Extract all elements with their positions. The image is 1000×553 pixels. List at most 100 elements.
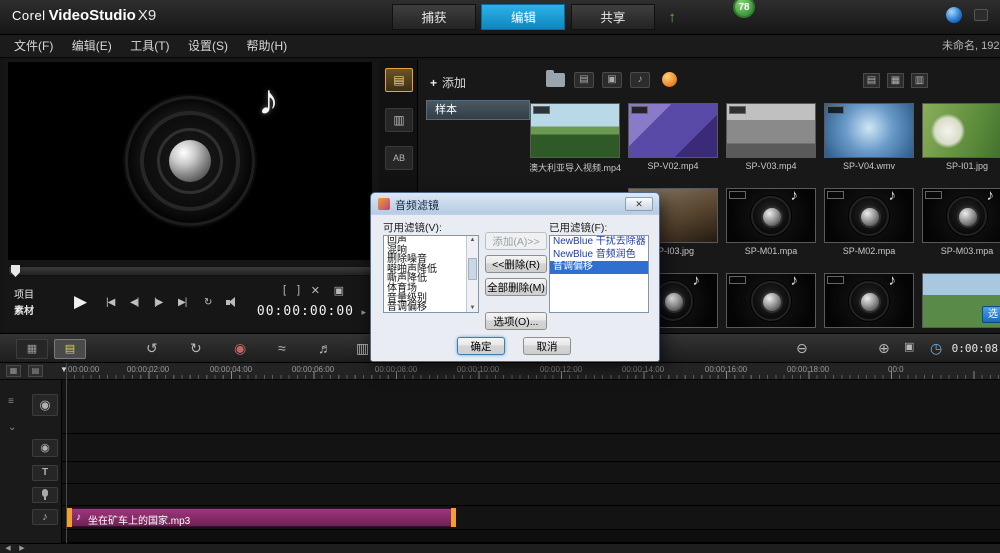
tab-edit[interactable]: 编辑 [481,4,566,30]
zoom-out-icon[interactable]: ⊖ [796,340,808,357]
scroll-left-icon[interactable]: ◀ [2,545,14,553]
overlay-track-icon[interactable]: ◉ [32,439,58,457]
available-filters-list[interactable]: 回声 混响 删除噪音 噼啪声降低 嘶声降低 体育场 音量级别 音调偏移 ▲ ▼ [383,235,479,313]
next-frame-button[interactable]: |▶ [154,297,163,308]
track-list-icon[interactable]: ≡ [8,396,14,407]
fit-timeline-icon[interactable]: ▣ [904,340,914,353]
import-folder-icon[interactable] [546,70,565,87]
photo-thumbnail[interactable] [922,103,1000,158]
add-filter-button[interactable]: 添加(A)>> [485,232,547,250]
title-track[interactable] [0,462,1000,484]
audio-thumbnail[interactable] [726,188,816,243]
video-thumbnail[interactable] [628,103,718,158]
timeline-view-button[interactable]: ▤ [54,339,86,359]
video-filter-icon[interactable]: ▤ [574,72,594,88]
preview-video-area[interactable]: ♪ [8,62,372,260]
sample-folder-item[interactable]: 样本 [426,100,530,120]
clip-trim-right-handle[interactable] [451,508,456,527]
scrubber-thumb[interactable] [11,265,20,277]
library-item[interactable] [922,270,1000,333]
library-item[interactable] [726,270,820,333]
library-item[interactable]: SP-I01.jpg [922,100,1000,182]
record-capture-icon[interactable]: ◉ [234,340,246,357]
auto-music-icon[interactable]: ♬ [318,340,332,356]
color-pattern-icon[interactable] [662,72,677,87]
audio-filter-icon[interactable]: ♪ [630,72,650,88]
library-item[interactable]: SP-M01.mpa [726,185,820,267]
select-button[interactable]: 选 [982,306,1000,323]
voice-track[interactable] [0,484,1000,506]
menu-settings[interactable]: 设置(S) [188,35,228,57]
thumb-view-icon[interactable]: ▦ [887,73,904,88]
library-item[interactable] [824,270,918,333]
menu-tools[interactable]: 工具(T) [130,35,169,57]
scroll-up-icon[interactable]: ▲ [467,237,478,243]
close-icon[interactable]: ✕ [625,197,653,211]
media-library-icon[interactable]: ▤ [385,68,413,92]
audio-thumbnail[interactable] [726,273,816,328]
audio-thumbnail[interactable] [922,188,1000,243]
sound-mixer-icon[interactable]: ≈ [278,340,286,356]
grid-view-icon[interactable]: ▥ [911,73,928,88]
menu-help[interactable]: 帮助(H) [246,35,287,57]
photo-filter-icon[interactable]: ▣ [602,72,622,88]
menu-edit[interactable]: 编辑(E) [72,35,112,57]
applied-filter-item[interactable]: NewBlue 音频润色 [550,249,648,262]
tab-share[interactable]: 共享 [570,4,655,30]
video-thumbnail[interactable] [824,103,914,158]
list-scrollbar[interactable]: ▲ ▼ [466,236,478,312]
end-frame-button[interactable]: ▶| [178,297,187,308]
track-manager-icon[interactable]: ▥ [356,340,369,357]
cancel-button[interactable]: 取消 [523,337,571,355]
scroll-right-icon[interactable]: ▶ [16,545,28,553]
music-clip[interactable]: ♪ 坐在矿车上的国家.mp3 [67,508,456,527]
options-button[interactable]: 选项(O)... [485,312,547,330]
library-item[interactable]: SP-V04.wmv [824,100,918,182]
mode-project-button[interactable]: 项目 [14,286,34,301]
chevron-down-icon[interactable]: ⌄ [8,422,16,433]
title-track-icon[interactable]: T [32,465,58,481]
applied-filter-item-selected[interactable]: 音调偏移 [550,261,648,274]
dialog-titlebar[interactable]: 音频滤镜 ✕ [371,193,659,215]
zoom-in-icon[interactable]: ⊕ [878,340,890,357]
filter-item[interactable]: 音调偏移 [384,303,478,312]
scroll-down-icon[interactable]: ▼ [467,305,478,311]
redo-icon[interactable]: ↻ [190,340,202,357]
undo-icon[interactable]: ↺ [146,340,158,357]
enlarge-preview-button[interactable]: ▣ [334,284,344,297]
title-ab-icon[interactable]: AB [385,146,413,170]
overlay-track[interactable] [0,434,1000,462]
preview-scrubber[interactable] [8,265,372,277]
volume-icon[interactable] [226,297,240,308]
remove-filter-button[interactable]: <<删除(R) [485,255,547,273]
timecode-spinner-icon[interactable]: ▸ [361,307,366,318]
horizontal-scrollbar[interactable]: ◀ ▶ [0,543,1000,553]
clip-trim-left-handle[interactable] [67,508,72,527]
timeline-ruler[interactable]: ▦ ▤ ▼ 00:00:00 00:00:02:00 00:00:04:00 0… [0,363,1000,380]
tray-icon[interactable] [974,9,988,21]
tab-capture[interactable]: 捕获 [392,4,476,30]
video-track-icon[interactable]: ◉ [32,394,58,416]
mode-clip-button[interactable]: 素材 [14,302,34,317]
guide-globe-icon[interactable] [946,7,962,23]
show-all-tracks-icon[interactable]: ▦ [6,365,21,377]
library-item[interactable]: SP-M02.mpa [824,185,918,267]
add-folder-button[interactable]: + 添加 [430,74,466,91]
library-item[interactable]: SP-V02.mp4 [628,100,722,182]
list-view-icon[interactable]: ▤ [863,73,880,88]
repeat-button[interactable]: ↻ [204,297,212,308]
split-clip-button[interactable]: ✕ [311,284,320,297]
prev-frame-button[interactable]: ◀| [130,297,139,308]
mark-in-button[interactable]: [ [283,284,286,296]
play-button[interactable]: ▶ [74,292,87,312]
home-frame-button[interactable]: |◀ [106,297,115,308]
transitions-icon[interactable]: ▥ [385,108,413,132]
library-item[interactable]: SP-M03.mpa [922,185,1000,267]
library-item[interactable]: SP-V03.mp4 [726,100,820,182]
ripple-edit-icon[interactable]: ▤ [28,365,43,377]
ok-button[interactable]: 确定 [457,337,505,355]
playhead-line[interactable] [66,363,67,543]
menu-file[interactable]: 文件(F) [14,35,53,57]
applied-filter-item[interactable]: NewBlue 干扰去除器 [550,236,648,249]
storyboard-view-button[interactable]: ▦ [16,339,48,359]
